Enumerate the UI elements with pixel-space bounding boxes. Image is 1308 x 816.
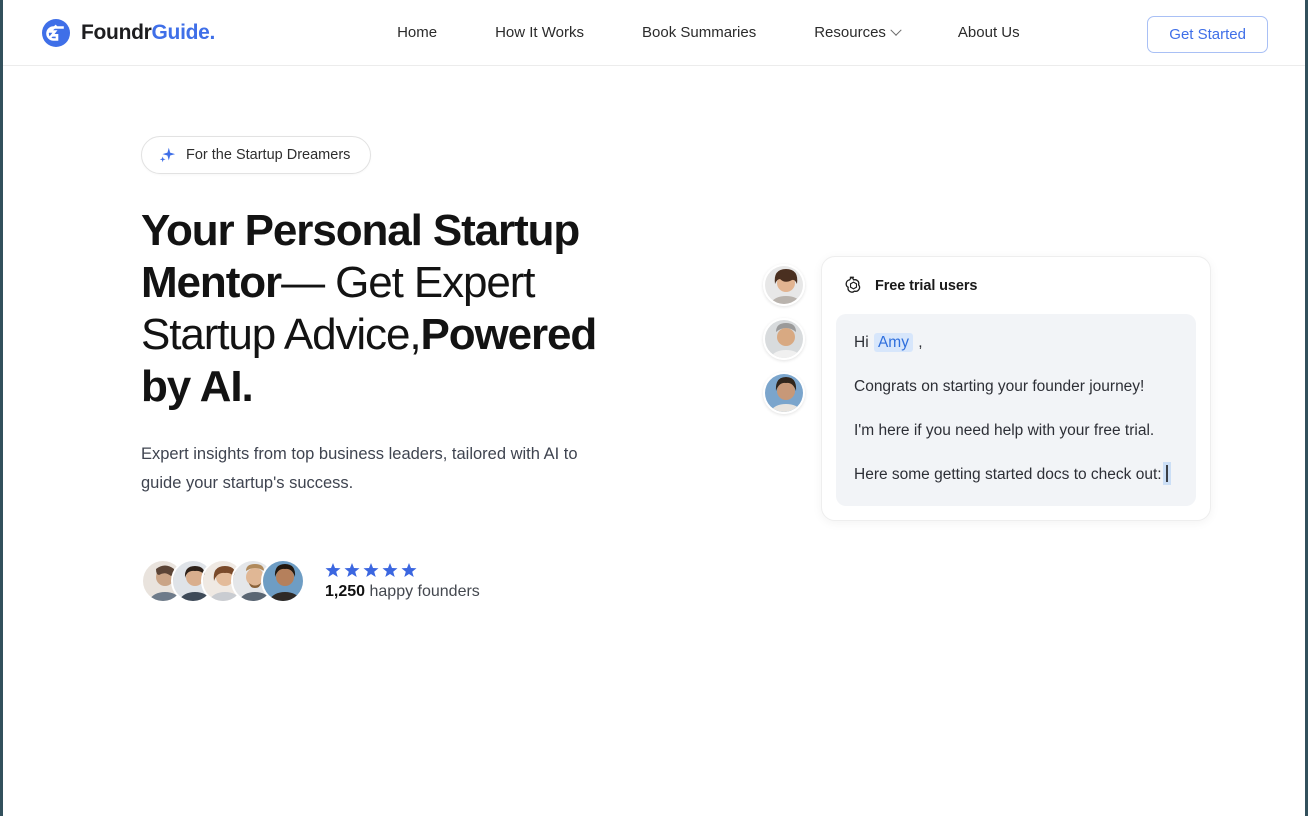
founder-count-text: 1,250 happy founders bbox=[325, 583, 480, 601]
star-icon bbox=[344, 562, 360, 578]
founder-avatar-stack bbox=[141, 559, 305, 604]
chat-message-bubble: Hi Amy , Congrats on starting your found… bbox=[836, 314, 1196, 506]
avatar bbox=[763, 318, 805, 360]
openai-logo-icon bbox=[843, 275, 864, 296]
nav-label: About Us bbox=[957, 24, 1020, 41]
nav-item-about-us[interactable]: About Us bbox=[958, 24, 1020, 41]
sparkle-icon bbox=[158, 146, 176, 164]
chat-greeting-line: Hi Amy , bbox=[854, 332, 1178, 354]
chat-card-title: Free trial users bbox=[875, 277, 978, 294]
nav-label: Resources bbox=[814, 24, 886, 41]
hero-left-column: For the Startup Dreamers Your Personal S… bbox=[3, 136, 703, 814]
page-title: Your Personal Startup Mentor— Get Expert… bbox=[141, 205, 601, 413]
nav-item-home[interactable]: Home bbox=[397, 24, 437, 41]
social-proof: 1,250 happy founders bbox=[141, 559, 703, 604]
brand-part-3: . bbox=[209, 20, 216, 44]
greeting-prefix: Hi bbox=[854, 334, 869, 351]
chat-card: Free trial users Hi Amy , Congrats on st… bbox=[821, 256, 1211, 521]
star-icon bbox=[363, 562, 379, 578]
chat-message-line: Congrats on starting your founder journe… bbox=[854, 378, 1145, 395]
star-icon bbox=[401, 562, 417, 578]
startup-dreamers-badge[interactable]: For the Startup Dreamers bbox=[141, 136, 372, 174]
brand-name: FoundrGuide. bbox=[81, 21, 215, 45]
hero-section: For the Startup Dreamers Your Personal S… bbox=[3, 66, 1305, 814]
greeting-suffix: , bbox=[918, 334, 923, 351]
nav-item-book-summaries[interactable]: Book Summaries bbox=[642, 24, 756, 41]
badge-label: For the Startup Dreamers bbox=[186, 147, 351, 163]
chat-message-line: I'm here if you need help with your free… bbox=[854, 422, 1155, 439]
nav-item-resources[interactable]: Resources bbox=[814, 24, 902, 41]
hero-subtitle: Expert insights from top business leader… bbox=[141, 444, 578, 492]
nav-label: Home bbox=[397, 24, 438, 41]
get-started-button[interactable]: Get Started bbox=[1147, 16, 1268, 53]
avatar bbox=[763, 372, 805, 414]
main-navigation: Home How It Works Book Summaries Resourc… bbox=[397, 24, 1020, 41]
side-avatar-list bbox=[763, 256, 805, 414]
mention-chip[interactable]: Amy bbox=[873, 333, 913, 352]
chevron-down-icon bbox=[890, 24, 902, 36]
chat-card-header: Free trial users bbox=[836, 273, 1196, 296]
site-header: FoundrGuide. Home How It Works Book Summ… bbox=[3, 0, 1305, 66]
avatar bbox=[763, 264, 805, 306]
founder-count: 1,250 bbox=[325, 582, 366, 600]
star-icon bbox=[382, 562, 398, 578]
text-cursor-caret bbox=[1165, 465, 1168, 482]
foundrguide-logo-icon bbox=[41, 18, 71, 48]
star-icon bbox=[325, 562, 341, 578]
nav-label: How It Works bbox=[495, 24, 584, 41]
star-rating bbox=[325, 562, 480, 578]
founder-count-label: happy founders bbox=[369, 582, 480, 600]
nav-item-how-it-works[interactable]: How It Works bbox=[495, 24, 584, 41]
avatar bbox=[261, 559, 305, 604]
rating-block: 1,250 happy founders bbox=[325, 562, 480, 601]
brand-logo[interactable]: FoundrGuide. bbox=[41, 18, 215, 48]
chat-message-line-with-caret: Here some getting started docs to check … bbox=[854, 464, 1178, 486]
hero-right-column: Free trial users Hi Amy , Congrats on st… bbox=[763, 256, 1211, 521]
brand-part-1: Foundr bbox=[81, 20, 152, 44]
chat-message-text: Here some getting started docs to check … bbox=[854, 466, 1162, 483]
nav-label: Book Summaries bbox=[642, 24, 757, 41]
brand-part-2: Guide bbox=[151, 20, 210, 44]
